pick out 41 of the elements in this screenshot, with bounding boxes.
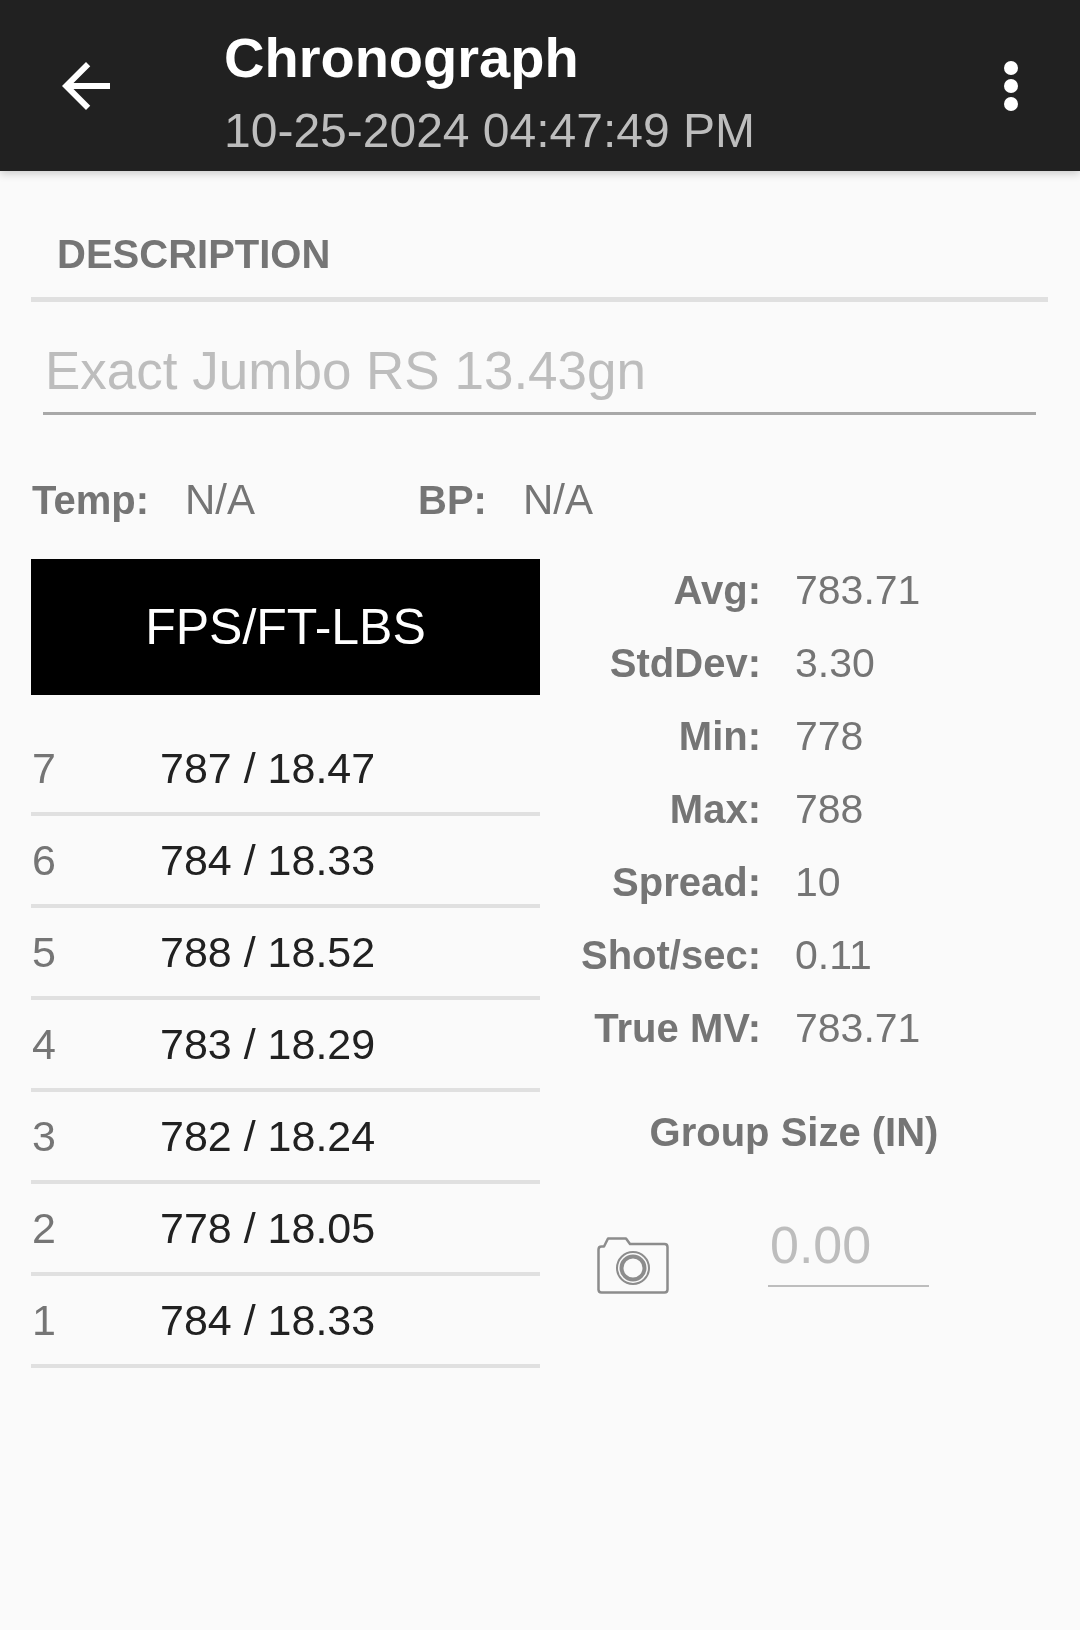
stat-value: 3.30 bbox=[795, 640, 875, 687]
date-time-subtitle: 10-25-2024 04:47:49 PM bbox=[224, 107, 756, 155]
stat-label: True MV: bbox=[593, 1006, 761, 1051]
shot-number: 7 bbox=[31, 743, 57, 793]
shot-number: 5 bbox=[31, 927, 57, 977]
group-size-label: Group Size (IN) bbox=[649, 1109, 939, 1156]
stat-value: 788 bbox=[795, 786, 864, 833]
condition-value: N/A bbox=[522, 475, 593, 525]
shot-reading: 784 / 18.33 bbox=[160, 835, 376, 885]
stat-label: StdDev: bbox=[608, 641, 761, 686]
shot-reading: 788 / 18.52 bbox=[160, 927, 376, 977]
condition-value: N/A bbox=[185, 475, 256, 525]
shot-reading: 782 / 18.24 bbox=[160, 1111, 376, 1161]
group-size-field[interactable]: 0.00 bbox=[768, 1215, 929, 1287]
condition-label: BP: bbox=[418, 477, 487, 524]
units-button[interactable]: FPS/FT-LBS bbox=[31, 559, 540, 695]
condition-label: Temp: bbox=[32, 477, 150, 524]
stat-value: 10 bbox=[795, 859, 841, 906]
shot-reading: 778 / 18.05 bbox=[160, 1203, 376, 1253]
shot-number: 6 bbox=[31, 835, 57, 885]
shot-number: 1 bbox=[31, 1295, 57, 1345]
stat-value: 778 bbox=[795, 713, 864, 760]
section-heading: DESCRIPTION bbox=[56, 231, 331, 278]
description-field[interactable]: Exact Jumbo RS 13.43gn bbox=[43, 340, 1036, 415]
shot-reading: 784 / 18.33 bbox=[160, 1295, 376, 1345]
stat-value: 783.71 bbox=[795, 1005, 921, 1052]
stat-label: Avg: bbox=[672, 568, 761, 613]
camera-icon[interactable] bbox=[596, 1235, 670, 1295]
stat-label: Shot/sec: bbox=[579, 933, 761, 978]
shot-number: 3 bbox=[31, 1111, 57, 1161]
shot-reading: 787 / 18.47 bbox=[160, 743, 376, 793]
shot-number: 2 bbox=[31, 1203, 57, 1253]
shot-reading: 783 / 18.29 bbox=[160, 1019, 376, 1069]
overflow-menu-icon[interactable] bbox=[1004, 61, 1018, 111]
back-arrow-icon[interactable] bbox=[62, 62, 110, 110]
stat-label: Min: bbox=[677, 714, 761, 759]
stat-label: Spread: bbox=[611, 860, 761, 905]
stat-label: Max: bbox=[668, 787, 761, 832]
stat-value: 783.71 bbox=[795, 567, 921, 614]
shot-number: 4 bbox=[31, 1019, 57, 1069]
stat-value: 0.11 bbox=[795, 932, 872, 979]
